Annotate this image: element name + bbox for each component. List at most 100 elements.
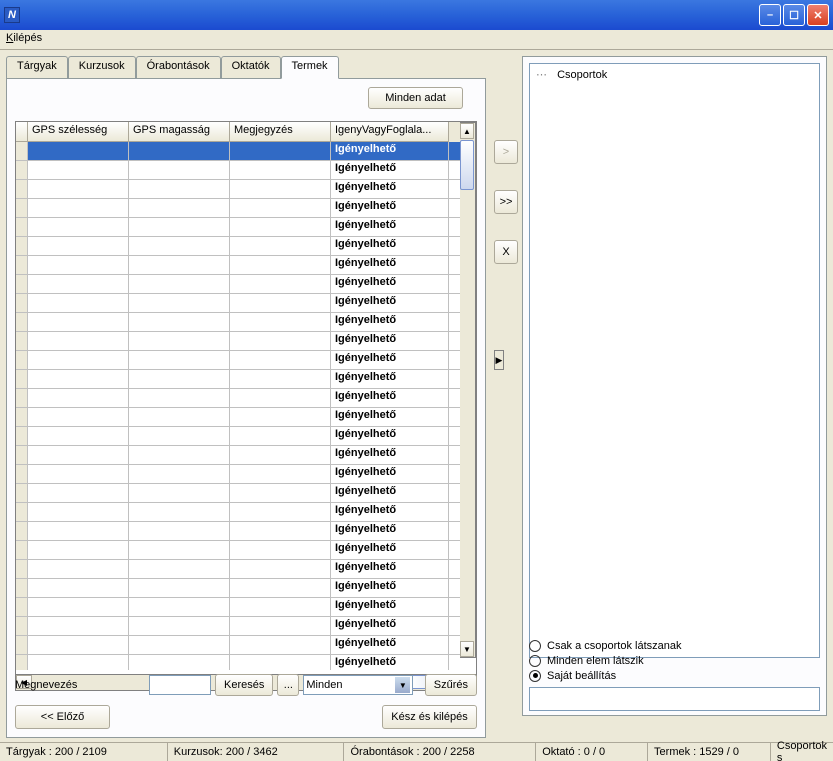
table-row[interactable]: Igényelhető bbox=[16, 522, 476, 541]
table-row[interactable]: Igényelhető bbox=[16, 256, 476, 275]
table-cell: Igényelhető bbox=[331, 294, 449, 312]
move-right-button[interactable]: > bbox=[494, 140, 518, 164]
radio-option[interactable]: Csak a csoportok látszanak bbox=[529, 638, 820, 653]
grid-body[interactable]: IgényelhetőIgényelhetőIgényelhetőIgényel… bbox=[16, 142, 476, 670]
scroll-up-button[interactable]: ▲ bbox=[460, 123, 474, 139]
minimize-button[interactable]: – bbox=[759, 4, 781, 26]
column-header[interactable]: Megjegyzés bbox=[230, 122, 331, 142]
menu-kilepes[interactable]: Kilépés bbox=[6, 32, 42, 44]
table-row[interactable]: Igényelhető bbox=[16, 598, 476, 617]
table-row[interactable]: Igényelhető bbox=[16, 370, 476, 389]
table-row[interactable]: Igényelhető bbox=[16, 313, 476, 332]
dropdown-arrow-icon: ▼ bbox=[395, 677, 410, 693]
table-row[interactable]: Igényelhető bbox=[16, 332, 476, 351]
tab-oktatók[interactable]: Oktatók bbox=[221, 56, 281, 78]
table-row[interactable]: Igényelhető bbox=[16, 351, 476, 370]
table-row[interactable]: Igényelhető bbox=[16, 617, 476, 636]
table-row[interactable]: Igényelhető bbox=[16, 427, 476, 446]
table-cell: Igényelhető bbox=[331, 503, 449, 521]
table-cell bbox=[28, 579, 129, 597]
filter-input[interactable] bbox=[149, 675, 211, 695]
browse-button[interactable]: ... bbox=[277, 674, 299, 696]
table-row[interactable]: Igényelhető bbox=[16, 560, 476, 579]
table-cell: Igényelhető bbox=[331, 161, 449, 179]
table-cell: Igényelhető bbox=[331, 598, 449, 616]
minden-adat-button[interactable]: Minden adat bbox=[368, 87, 463, 109]
row-header-spacer bbox=[16, 122, 28, 142]
table-cell bbox=[129, 655, 230, 670]
scroll-down-button[interactable]: ▼ bbox=[460, 641, 474, 657]
tab-órabontások[interactable]: Órabontások bbox=[136, 56, 221, 78]
table-row[interactable]: Igényelhető bbox=[16, 237, 476, 256]
table-cell bbox=[230, 560, 331, 578]
status-targyak: Tárgyak : 200 / 2109 bbox=[0, 743, 168, 761]
table-row[interactable]: Igényelhető bbox=[16, 408, 476, 427]
table-row[interactable]: Igényelhető bbox=[16, 579, 476, 598]
bottom-textbox[interactable] bbox=[529, 687, 820, 711]
status-termek: Termek : 1529 / 0 bbox=[648, 743, 771, 761]
table-row[interactable]: Igényelhető bbox=[16, 655, 476, 670]
table-cell bbox=[28, 351, 129, 369]
table-cell bbox=[129, 465, 230, 483]
table-cell bbox=[129, 294, 230, 312]
grid-header: GPS szélességGPS magasságMegjegyzésIgeny… bbox=[16, 122, 476, 142]
remove-button[interactable]: X bbox=[494, 240, 518, 264]
grid-wrap: GPS szélességGPS magasságMegjegyzésIgeny… bbox=[15, 121, 477, 691]
table-cell bbox=[28, 161, 129, 179]
vertical-scrollbar[interactable]: ▲ ▼ bbox=[460, 122, 476, 658]
close-button[interactable]: ✕ bbox=[807, 4, 829, 26]
table-row[interactable]: Igényelhető bbox=[16, 503, 476, 522]
table-row[interactable]: Igényelhető bbox=[16, 161, 476, 180]
table-cell bbox=[129, 408, 230, 426]
table-cell bbox=[129, 503, 230, 521]
table-cell bbox=[28, 332, 129, 350]
tab-tárgyak[interactable]: Tárgyak bbox=[6, 56, 68, 78]
column-header[interactable]: GPS magasság bbox=[129, 122, 230, 142]
table-cell: Igényelhető bbox=[331, 142, 449, 160]
table-row[interactable]: Igényelhető bbox=[16, 636, 476, 655]
table-row[interactable]: Igényelhető bbox=[16, 389, 476, 408]
tab-termek[interactable]: Termek bbox=[281, 56, 339, 79]
table-cell bbox=[129, 560, 230, 578]
table-row[interactable]: Igényelhető bbox=[16, 446, 476, 465]
filter-button[interactable]: Szűrés bbox=[425, 674, 477, 696]
radio-option[interactable]: Minden elem látszik bbox=[529, 653, 820, 668]
filter-type-select[interactable]: Minden ▼ bbox=[303, 675, 413, 695]
table-cell: Igényelhető bbox=[331, 218, 449, 236]
table-cell bbox=[230, 541, 331, 559]
table-cell bbox=[28, 256, 129, 274]
table-row[interactable]: Igényelhető bbox=[16, 218, 476, 237]
table-row[interactable]: Igényelhető bbox=[16, 294, 476, 313]
radio-option[interactable]: Saját beállítás bbox=[529, 668, 820, 683]
table-cell: Igényelhető bbox=[331, 579, 449, 597]
search-button[interactable]: Keresés bbox=[215, 674, 273, 696]
column-header[interactable]: GPS szélesség bbox=[28, 122, 129, 142]
move-all-right-button[interactable]: >> bbox=[494, 190, 518, 214]
table-cell bbox=[230, 351, 331, 369]
data-grid[interactable]: GPS szélességGPS magasságMegjegyzésIgeny… bbox=[15, 121, 477, 675]
group-tree[interactable]: ⋯ Csoportok bbox=[529, 63, 820, 658]
column-header[interactable]: IgenyVagyFoglala... bbox=[331, 122, 449, 142]
table-row[interactable]: Igényelhető bbox=[16, 484, 476, 503]
done-exit-button[interactable]: Kész és kilépés bbox=[382, 705, 477, 729]
previous-button[interactable]: << Előző bbox=[15, 705, 110, 729]
table-cell: Igényelhető bbox=[331, 389, 449, 407]
maximize-button[interactable]: ☐ bbox=[783, 4, 805, 26]
tree-root-node[interactable]: ⋯ Csoportok bbox=[532, 66, 817, 83]
table-cell bbox=[28, 237, 129, 255]
table-cell: Igényelhető bbox=[331, 408, 449, 426]
tab-kurzusok[interactable]: Kurzusok bbox=[68, 56, 136, 78]
table-cell bbox=[28, 541, 129, 559]
table-cell bbox=[230, 636, 331, 654]
table-row[interactable]: Igényelhető bbox=[16, 275, 476, 294]
scroll-thumb[interactable] bbox=[460, 140, 474, 190]
table-cell bbox=[129, 446, 230, 464]
table-row[interactable]: Igényelhető bbox=[16, 180, 476, 199]
table-row[interactable]: Igényelhető bbox=[16, 541, 476, 560]
table-cell bbox=[230, 446, 331, 464]
table-row[interactable]: Igényelhető bbox=[16, 142, 476, 161]
table-cell bbox=[129, 522, 230, 540]
table-row[interactable]: Igényelhető bbox=[16, 465, 476, 484]
table-row[interactable]: Igényelhető bbox=[16, 199, 476, 218]
table-cell: Igényelhető bbox=[331, 332, 449, 350]
